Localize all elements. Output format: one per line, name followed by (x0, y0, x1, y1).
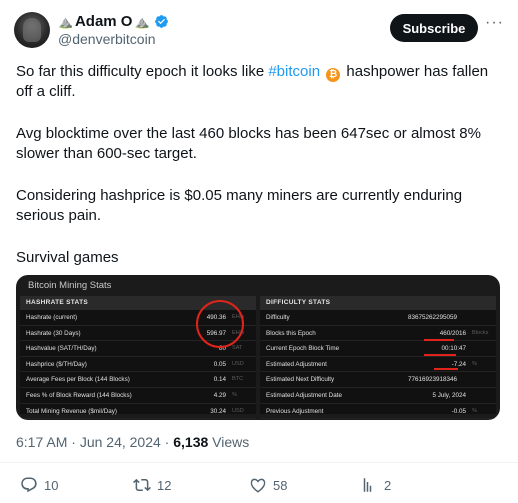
stats-label: Average Fees per Block (144 Blocks) (26, 376, 130, 384)
stats-label: Previous Adjustment (266, 407, 324, 415)
stats-label: Hashrate (current) (26, 314, 78, 321)
more-options-icon[interactable]: ··· (485, 14, 504, 32)
bookmark-count: 2 (384, 477, 392, 493)
stats-value: 00:10:47 (441, 345, 466, 353)
stats-label: Current Epoch Block Time (266, 345, 340, 353)
bookmark-icon (363, 478, 372, 492)
stats-row: Previous Adjustment -0.05% (260, 404, 496, 420)
highlight-circle (196, 300, 244, 348)
author-name[interactable]: Adam O (75, 13, 133, 30)
stats-value: 0.05 (213, 360, 226, 368)
stats-unit: % (472, 360, 477, 367)
repost-count: 12 (157, 477, 172, 493)
bookmark-button[interactable]: 2 (360, 476, 391, 494)
highlight-underline (424, 354, 456, 356)
stats-unit: % (472, 407, 477, 414)
stats-label: Hashrate (30 Days) (26, 329, 81, 337)
stats-label: Total Mining Revenue ($mil/Day) (26, 407, 117, 415)
highlight-underline (424, 339, 454, 341)
tweet-paragraph-2: Avg blocktime over the last 460 blocks h… (16, 125, 481, 162)
stats-value: -0.05 (451, 407, 466, 415)
stats-row: Difficulty 83675262295059 (260, 310, 496, 326)
reply-icon (21, 477, 37, 493)
stats-label: Fees % of Block Reward (144 Blocks) (26, 391, 132, 399)
tweet-text: So far this difficulty epoch it looks li… (16, 62, 496, 290)
views-count: 6,138 (173, 434, 209, 450)
repost-icon (133, 478, 151, 492)
stats-value: 4.29 (213, 391, 226, 399)
stats-label: Hashvalue (SAT/TH/Day) (26, 345, 97, 353)
mountain-emoji-trailing: ⛰️ (134, 14, 150, 29)
tweet-actions-bar: 10 12 58 2 (0, 476, 518, 498)
heart-icon (250, 478, 266, 493)
views-label: Views (208, 434, 250, 450)
card-title: Bitcoin Mining Stats (28, 280, 112, 291)
repost-button[interactable]: 12 (133, 476, 171, 494)
mining-stats-image[interactable]: Bitcoin Mining Stats HASHRATE STATS Hash… (16, 275, 500, 420)
stats-value: 83675262295059 (408, 314, 458, 321)
reply-button[interactable]: 10 (20, 476, 58, 494)
stats-unit: USD (232, 360, 244, 367)
stats-row: Estimated Adjustment -7.24% (260, 357, 496, 373)
mountain-emoji: ⛰️ (58, 14, 73, 29)
stats-value: -7.24 (451, 360, 466, 368)
stats-unit: USD (232, 407, 244, 414)
panel-header: DIFFICULTY STATS (260, 296, 496, 310)
stats-value: 0.14 (213, 376, 226, 384)
stats-label: Difficulty (266, 314, 290, 321)
stats-row: Blocks this Epoch 460/2016 Blocks (260, 326, 496, 342)
stats-row: Fees % of Block Reward (144 Blocks) 4.29% (20, 388, 256, 404)
difficulty-stats-panel: DIFFICULTY STATS Difficulty 8367526229505… (260, 296, 496, 420)
tweet-date[interactable]: Jun 24, 2024 (80, 434, 161, 450)
like-count: 58 (273, 477, 288, 493)
stats-label: Blocks this Epoch (266, 329, 316, 337)
stats-row: Hashprice ($/TH/Day) 0.05 USD (20, 357, 256, 373)
stats-row: Estimated Next Difficulty 77616923918346 (260, 372, 496, 388)
author-handle[interactable]: @denverbitcoin (58, 31, 156, 47)
stats-unit: Blocks (472, 329, 489, 336)
tweet-paragraph-3: Considering hashprice is $0.05 many mine… (16, 187, 463, 224)
tweet-text-segment: So far this difficulty epoch it looks li… (16, 63, 269, 80)
separator: · (160, 434, 174, 450)
stats-value: 77616923918346 (408, 376, 458, 384)
tweet-paragraph-1: So far this difficulty epoch it looks li… (16, 62, 496, 102)
tweet-paragraph-4: Survival games (16, 249, 119, 266)
separator: · (67, 434, 80, 450)
stats-value: 5 July, 2024 (432, 391, 467, 399)
stats-row: Current Epoch Block Time 00:10:47 (260, 341, 496, 357)
verified-badge-icon (155, 15, 169, 28)
stats-label: Estimated Adjustment (266, 360, 327, 368)
like-button[interactable]: 58 (249, 476, 287, 494)
divider (0, 462, 518, 463)
stats-value: 460/2016 (439, 329, 466, 337)
stats-row: Average Fees per Block (144 Blocks) 0.14 B… (20, 372, 256, 388)
stats-unit: BTC (232, 376, 244, 383)
stats-value: 30.24 (210, 407, 226, 415)
subscribe-button[interactable]: Subscribe (390, 14, 478, 42)
stats-unit: SAT (232, 345, 243, 352)
hashtag-link[interactable]: #bitcoin (268, 63, 320, 80)
tweet-time[interactable]: 6:17 AM (16, 434, 67, 450)
stats-label: Estimated Next Difficulty (266, 376, 335, 384)
reply-count: 10 (44, 477, 59, 493)
stats-label: Hashprice ($/TH/Day) (26, 360, 87, 368)
stats-row: Total Mining Revenue ($mil/Day) 30.24 USD (20, 404, 256, 420)
avatar-figure (23, 18, 41, 42)
avatar[interactable] (14, 12, 50, 48)
bitcoin-icon: ₿ (326, 68, 341, 82)
stats-unit: % (232, 391, 237, 398)
author-name-row: ⛰️ Adam O ⛰️ (58, 13, 169, 30)
tweet-timestamp: 6:17 AM · Jun 24, 2024 · 6,138 Views (16, 434, 249, 450)
highlight-underline (434, 368, 458, 370)
stats-row: Estimated Adjustment Date 5 July, 2024 (260, 388, 496, 404)
stats-label: Estimated Adjustment Date (266, 391, 342, 399)
